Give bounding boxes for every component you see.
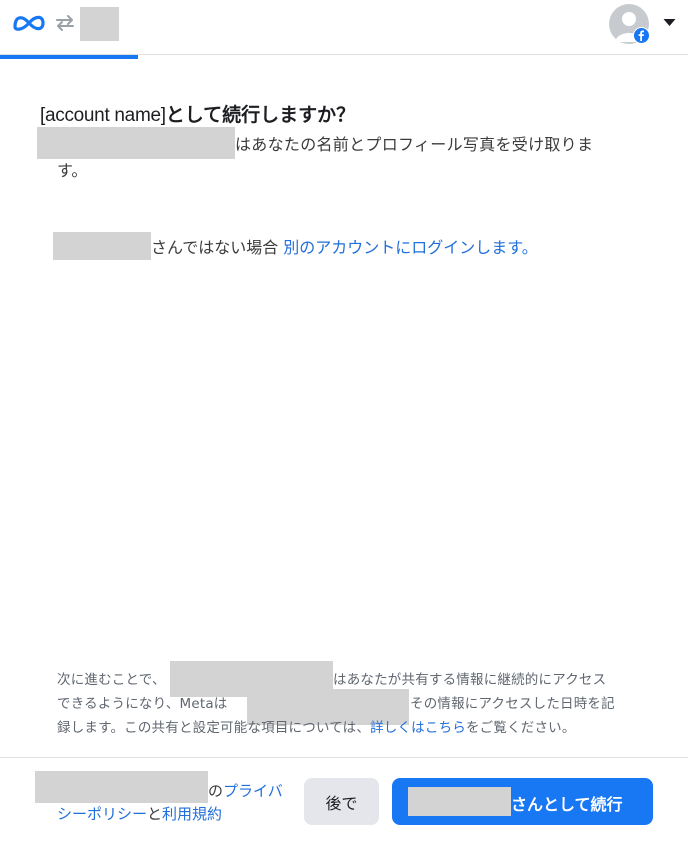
app-name-redaction bbox=[37, 127, 235, 159]
learn-more-link[interactable]: 詳しくはこちら bbox=[370, 720, 466, 736]
continue-button[interactable]: さんとして続行 bbox=[392, 778, 653, 825]
app-name-redaction bbox=[35, 771, 208, 803]
meta-logo-icon bbox=[13, 15, 45, 31]
footer-divider bbox=[0, 757, 688, 758]
policy-prefix: の bbox=[208, 782, 224, 800]
page-title: [account name]として続行しますか？ bbox=[40, 100, 355, 127]
terms-link[interactable]: 利用規約 bbox=[162, 805, 222, 823]
policy-links-line1: のプライバ bbox=[208, 780, 283, 801]
progress-bar bbox=[0, 55, 138, 59]
not-you-label: さんではない場合 bbox=[151, 238, 284, 257]
facebook-badge-icon bbox=[633, 27, 650, 44]
account-name: [account name] bbox=[40, 105, 166, 126]
continue-label: さんとして続行 bbox=[511, 797, 623, 814]
disclosure-text: 録します。この共有と設定可能な項目については、 bbox=[57, 720, 371, 736]
privacy-policy-link[interactable]: プライバ bbox=[223, 782, 283, 800]
app-name-redaction bbox=[80, 7, 119, 41]
switch-account-link[interactable]: 別のアカウントにログインします。 bbox=[283, 238, 537, 257]
not-you-text: さんではない場合 別のアカウントにログインします。 bbox=[151, 234, 538, 258]
policy-and: と bbox=[147, 805, 163, 823]
policy-links-line2: シーポリシーと利用規約 bbox=[57, 803, 222, 824]
permission-description-cont: す。 bbox=[57, 161, 88, 180]
disclosure-text-line: 録します。この共有と設定可能な項目については、詳しくはこちらをご覧ください。 bbox=[57, 716, 576, 736]
disclosure-text: はあなたが共有する情報に継続的にアクセス bbox=[333, 672, 607, 688]
privacy-policy-link[interactable]: シーポリシー bbox=[57, 805, 147, 823]
permission-description: はあなたの名前とプロフィール写真を受け取りま bbox=[235, 135, 594, 154]
disclosure-text: その情報にアクセスした日時を記 bbox=[410, 696, 615, 712]
user-name-redaction bbox=[408, 787, 511, 816]
user-name-redaction bbox=[53, 232, 151, 260]
caret-down-icon[interactable] bbox=[663, 18, 676, 27]
arrows-swap-icon bbox=[56, 15, 74, 31]
later-button[interactable]: 後で bbox=[304, 778, 379, 825]
disclosure-text: できるようになり、Metaは bbox=[57, 696, 228, 712]
disclosure-text: 次に進むことで、 bbox=[57, 672, 166, 688]
title-suffix: として続行しますか？ bbox=[165, 104, 356, 126]
disclosure-text: をご覧ください。 bbox=[465, 720, 576, 736]
